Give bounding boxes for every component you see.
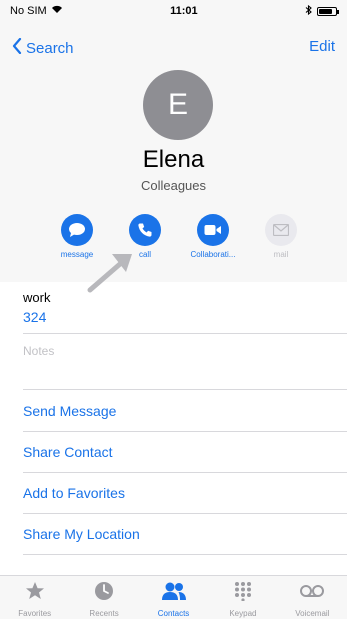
status-bar: No SIM 11:01	[0, 0, 347, 22]
divider	[23, 554, 347, 555]
divider	[23, 472, 347, 473]
share-contact-button[interactable]: Share Contact	[23, 444, 113, 460]
pointer-arrow-icon	[87, 254, 132, 293]
bluetooth-icon	[305, 4, 312, 18]
add-to-favorites-button[interactable]: Add to Favorites	[23, 485, 125, 501]
tab-recents-label: Recents	[89, 609, 119, 618]
tab-recents[interactable]: Recents	[69, 576, 138, 619]
tab-voicemail-label: Voicemail	[295, 609, 330, 618]
collaboration-action-button[interactable]: Collaborati...	[180, 214, 246, 259]
message-icon	[61, 214, 93, 246]
tab-contacts[interactable]: Contacts	[139, 576, 208, 619]
clock-icon	[94, 581, 114, 606]
chevron-left-icon	[12, 37, 22, 58]
tab-contacts-label: Contacts	[157, 609, 190, 618]
voicemail-icon	[299, 581, 325, 606]
phone-icon	[129, 214, 161, 246]
mail-action-label: mail	[273, 250, 289, 259]
star-icon	[25, 581, 45, 606]
battery-icon	[317, 6, 339, 16]
notes-field[interactable]: Notes	[23, 344, 54, 358]
action-row: message call Collaborati... mail	[0, 214, 347, 264]
carrier-label: No SIM	[10, 5, 47, 17]
tab-favorites-label: Favorites	[18, 609, 52, 618]
status-left: No SIM	[10, 5, 63, 17]
wifi-icon	[51, 5, 63, 17]
tab-keypad-label: Keypad	[229, 609, 257, 618]
battery-level	[319, 8, 332, 14]
share-location-button[interactable]: Share My Location	[23, 526, 140, 542]
mail-icon	[265, 214, 297, 246]
send-message-button[interactable]: Send Message	[23, 403, 116, 419]
edit-button[interactable]: Edit	[309, 38, 335, 55]
status-right	[305, 4, 339, 18]
collaboration-action-label: Collaborati...	[190, 250, 236, 259]
clock-time: 11:01	[170, 5, 198, 17]
divider	[23, 333, 347, 334]
back-label: Search	[26, 39, 74, 57]
mail-action-button[interactable]: mail	[248, 214, 314, 259]
phone-label: work	[23, 290, 51, 305]
video-icon	[197, 214, 229, 246]
phone-number[interactable]: 324	[23, 309, 46, 325]
tab-favorites[interactable]: Favorites	[0, 576, 69, 619]
avatar: E	[143, 70, 213, 140]
contact-header: Search Edit E Elena Colleagues message c…	[0, 22, 347, 282]
tab-bar: Favorites Recents Contacts Keypad Voicem…	[0, 575, 347, 619]
divider	[23, 513, 347, 514]
call-action-label: call	[138, 250, 151, 259]
tab-keypad[interactable]: Keypad	[208, 576, 277, 619]
back-button[interactable]: Search	[12, 37, 74, 58]
contact-name: Elena	[142, 146, 205, 173]
divider	[23, 431, 347, 432]
contact-group: Colleagues	[140, 178, 207, 193]
contacts-icon	[161, 581, 187, 606]
keypad-icon	[233, 581, 253, 606]
divider	[23, 389, 347, 390]
tab-voicemail[interactable]: Voicemail	[278, 576, 347, 619]
